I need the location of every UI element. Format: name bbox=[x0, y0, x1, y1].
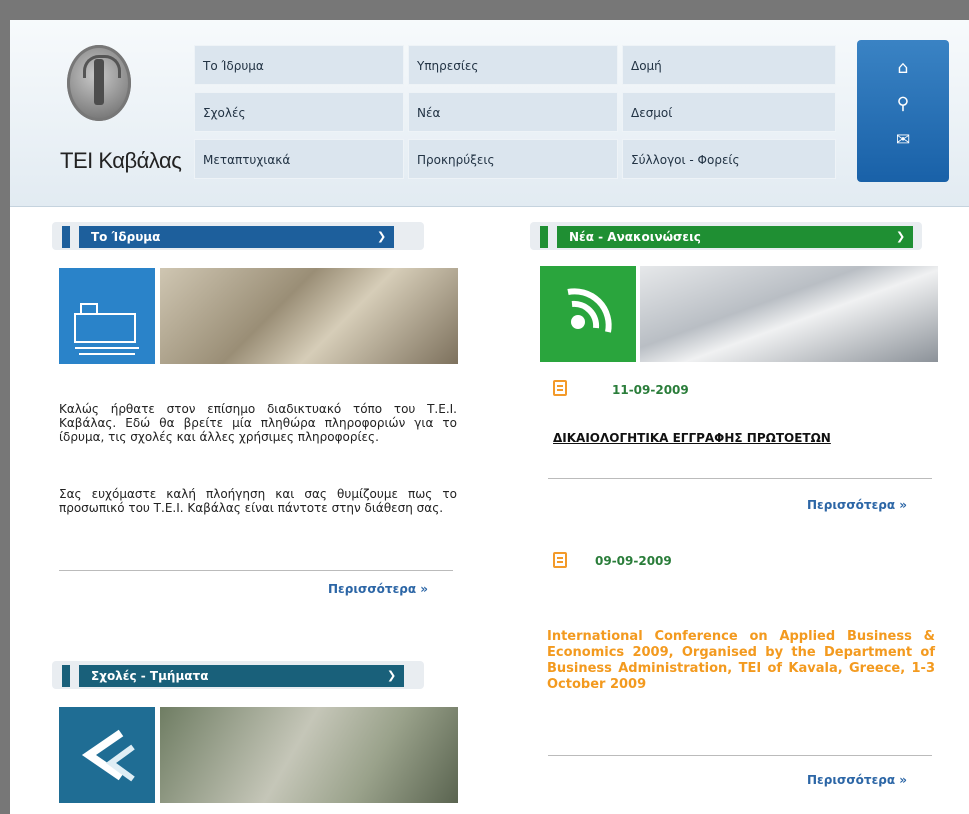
box-header-news[interactable]: Νέα - Ανακοινώσεις ❯ bbox=[530, 222, 922, 250]
logo-seal-icon[interactable] bbox=[67, 45, 131, 121]
welcome-paragraph-2: Σας ευχόμαστε καλή πλοήγηση και σας θυμί… bbox=[59, 487, 457, 515]
box-title-news: Νέα - Ανακοινώσεις bbox=[557, 226, 913, 248]
nav-item-domi[interactable]: Δομή bbox=[622, 45, 836, 85]
nav-item-scholes[interactable]: Σχολές bbox=[194, 92, 404, 132]
building-icon bbox=[59, 268, 155, 364]
glasses-newspaper-photo bbox=[640, 266, 938, 362]
nav-item-nea[interactable]: Νέα bbox=[408, 92, 618, 132]
page: TEI Καβάλας Το Ίδρυμα Σχολές Μεταπτυχιακ… bbox=[10, 20, 969, 814]
divider bbox=[548, 755, 932, 756]
box-tab-marker bbox=[540, 226, 548, 248]
nav-item-prokiryxeis[interactable]: Προκηρύξεις bbox=[408, 139, 618, 179]
site-header: TEI Καβάλας Το Ίδρυμα Σχολές Μεταπτυχιακ… bbox=[10, 20, 969, 207]
chevron-down-icon[interactable]: ❯ bbox=[377, 230, 386, 243]
more-link-news-1[interactable]: Περισσότερα » bbox=[807, 498, 907, 512]
box-header-idryma[interactable]: Το Ίδρυμα ❯ bbox=[52, 222, 424, 250]
signal-icon bbox=[540, 266, 636, 362]
nav-item-syllogoi[interactable]: Σύλλογοι - Φορείς bbox=[622, 139, 836, 179]
nav-item-metaptyxiaka[interactable]: Μεταπτυχιακά bbox=[194, 139, 404, 179]
news-item-title[interactable]: International Conference on Applied Busi… bbox=[547, 629, 935, 693]
divider bbox=[59, 570, 453, 571]
quick-links-panel: ⌂ ⚲ ✉ bbox=[857, 40, 949, 182]
welcome-paragraph: Καλώς ήρθατε στον επίσημο διαδικτυακό τό… bbox=[59, 402, 457, 444]
box-tab-marker bbox=[62, 226, 70, 248]
more-link-news-2[interactable]: Περισσότερα » bbox=[807, 773, 907, 787]
chevron-down-icon[interactable]: ❯ bbox=[896, 230, 905, 243]
arrows-icon bbox=[59, 707, 155, 803]
campus-photo bbox=[160, 268, 458, 364]
document-icon bbox=[553, 380, 567, 396]
site-logo-text[interactable]: TEI Καβάλας bbox=[60, 148, 182, 174]
box-tab-marker bbox=[62, 665, 70, 687]
more-link-idryma[interactable]: Περισσότερα » bbox=[328, 582, 428, 596]
nav-item-ypiresies[interactable]: Υπηρεσίες bbox=[408, 45, 618, 85]
box-header-scholes[interactable]: Σχολές - Τμήματα ❯ bbox=[52, 661, 424, 689]
mail-icon[interactable]: ✉ bbox=[891, 128, 915, 152]
home-icon[interactable]: ⌂ bbox=[891, 56, 915, 80]
nav-item-idryma[interactable]: Το Ίδρυμα bbox=[194, 45, 404, 85]
chevron-down-icon[interactable]: ❯ bbox=[387, 669, 396, 682]
box-title-idryma: Το Ίδρυμα bbox=[79, 226, 394, 248]
search-icon[interactable]: ⚲ bbox=[891, 92, 915, 116]
news-date: 09-09-2009 bbox=[595, 554, 672, 568]
box-title-scholes: Σχολές - Τμήματα bbox=[79, 665, 404, 687]
news-item-title[interactable]: ΔΙΚΑΙΟΛΟΓΗΤΙΚΑ ΕΓΓΡΑΦΗΣ ΠΡΩΤΟΕΤΩΝ bbox=[553, 431, 831, 445]
document-icon bbox=[553, 552, 567, 568]
nav-item-desmoi[interactable]: Δεσμοί bbox=[622, 92, 836, 132]
news-date: 11-09-2009 bbox=[612, 383, 689, 397]
students-photo bbox=[160, 707, 458, 803]
divider bbox=[548, 478, 932, 479]
